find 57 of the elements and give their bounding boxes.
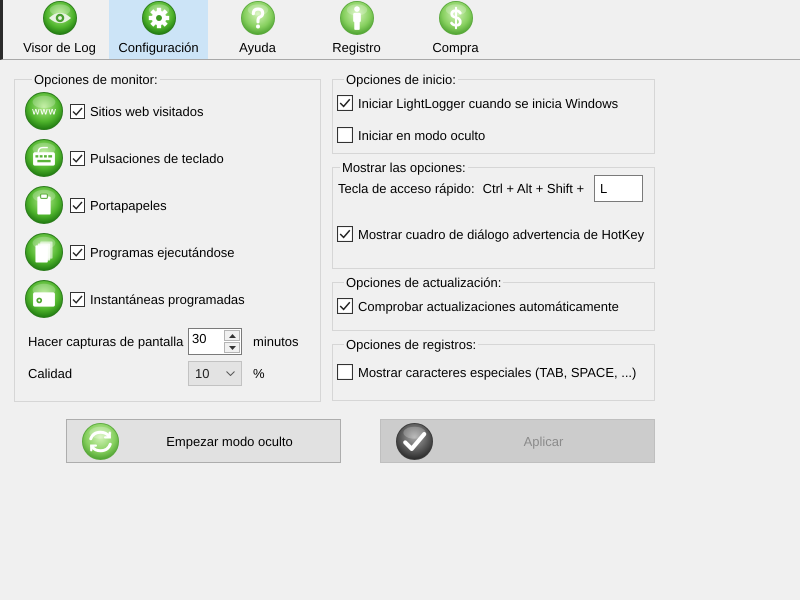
field-label: Tecla de acceso rápido: (338, 181, 475, 196)
unit-label: minutos (253, 334, 299, 349)
checkbox-label[interactable]: Iniciar LightLogger cuando se inicia Windows (358, 96, 618, 110)
dropdown[interactable]: 10 (188, 361, 242, 386)
pages-icon (25, 233, 63, 271)
www-icon: www (25, 92, 63, 130)
checkbox-label[interactable]: Programas ejecutándose (90, 244, 235, 260)
group-title: Opciones de inicio: (345, 72, 457, 87)
checkbox[interactable] (70, 198, 85, 212)
caret-down-icon (228, 346, 236, 350)
help-icon (240, 1, 274, 35)
checkbox-label[interactable]: Iniciar en modo oculto (358, 128, 486, 142)
toolbar-tab[interactable]: Compra (406, 0, 505, 59)
camera-icon (25, 280, 63, 318)
checkbox[interactable] (70, 150, 85, 166)
person-icon (340, 1, 374, 35)
toolbar-tab[interactable]: Configuración (109, 0, 208, 59)
checkbox[interactable] (337, 298, 353, 314)
checkbox[interactable] (70, 244, 85, 260)
toolbar-tab[interactable]: Ayuda (208, 0, 307, 59)
hotkey-input[interactable]: L (594, 175, 643, 202)
checkbox-label[interactable]: Pulsaciones de teclado (90, 150, 224, 166)
spin-up-button[interactable] (224, 330, 240, 341)
checkbox-label[interactable]: Instantáneas programadas (90, 292, 245, 306)
keyboard-icon (25, 139, 63, 177)
checkbox[interactable] (70, 292, 85, 306)
checkbox[interactable] (337, 226, 353, 242)
checkbox-label[interactable]: Mostrar caracteres especiales (TAB, SPACE, ...) (358, 364, 636, 380)
field-label: Calidad (28, 366, 74, 381)
checkbox[interactable] (337, 127, 353, 143)
eye-icon (42, 1, 76, 35)
group-title: Mostrar las opciones: (341, 160, 467, 175)
checkbox-label[interactable]: Sitios web visitados (90, 104, 204, 118)
caret-up-icon (228, 334, 236, 338)
toolbar-tab[interactable]: Registro (307, 0, 406, 59)
chevron-down-icon (226, 371, 235, 376)
checkbox[interactable] (337, 95, 353, 111)
clipboard-icon (25, 186, 63, 224)
field-label: Hacer capturas de pantalla (28, 334, 184, 349)
checkmark-icon (396, 422, 433, 460)
group-title: Opciones de registros: (345, 337, 478, 352)
checkbox-label[interactable]: Portapapeles (90, 198, 167, 212)
group-title: Opciones de actualización: (345, 275, 502, 290)
spin-down-button[interactable] (224, 342, 240, 353)
dollar-icon (438, 1, 472, 35)
checkbox-label[interactable]: Comprobar actualizaciones automáticamente (358, 298, 619, 314)
toolbar-tab[interactable]: Visor de Log (10, 0, 109, 59)
unit-label: % (253, 366, 265, 381)
checkbox-label[interactable]: Mostrar cuadro de diálogo advertencia de HotKey (358, 226, 644, 242)
group-title: Opciones de monitor: (33, 72, 159, 87)
refresh-icon (82, 422, 119, 460)
number-spinner[interactable]: 30 (188, 328, 242, 355)
checkbox[interactable] (70, 104, 85, 118)
action-button[interactable]: Empezar modo oculto (66, 419, 341, 463)
hotkey-modifiers: Ctrl + Alt + Shift + (482, 181, 584, 196)
gear-icon (142, 1, 176, 35)
checkbox[interactable] (337, 364, 353, 380)
